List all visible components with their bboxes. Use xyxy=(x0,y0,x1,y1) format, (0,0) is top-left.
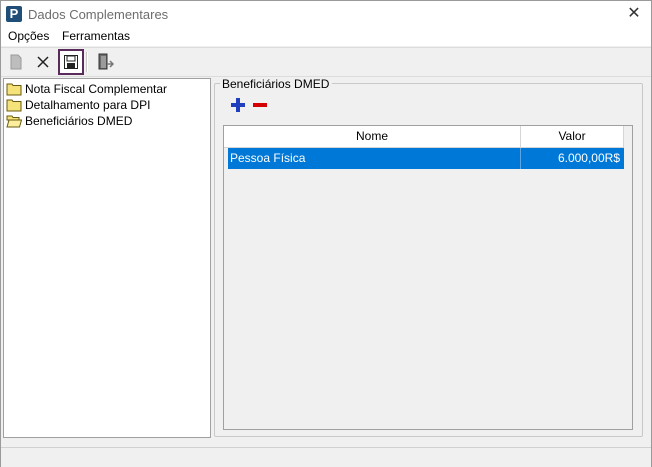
add-button[interactable] xyxy=(230,97,246,113)
beneficiarios-grid: Nome Valor Pessoa Física 6.000,00R$ xyxy=(223,125,633,430)
save-button[interactable] xyxy=(58,49,84,75)
group-title: Beneficiários DMED xyxy=(220,77,333,91)
delete-x-icon xyxy=(37,56,49,68)
exit-door-icon xyxy=(98,53,115,70)
menu-bar: Opções Ferramentas xyxy=(1,27,651,46)
tree-item-label: Nota Fiscal Complementar xyxy=(25,82,168,96)
folder-open-icon xyxy=(6,115,22,128)
tree-item-nota-fiscal[interactable]: Nota Fiscal Complementar xyxy=(6,81,167,97)
close-button[interactable]: ✕ xyxy=(617,1,651,27)
toolbar xyxy=(1,47,651,77)
tree-item-detalhamento[interactable]: Detalhamento para DPI xyxy=(6,97,150,113)
main-window: P Dados Complementares ✕ Opções Ferramen… xyxy=(0,0,652,467)
folder-icon xyxy=(6,99,22,112)
cell-divider xyxy=(520,148,521,169)
tree-item-label: Detalhamento para DPI xyxy=(25,98,151,112)
save-icon xyxy=(64,55,78,69)
status-bar xyxy=(1,447,651,467)
title-bar: P Dados Complementares ✕ xyxy=(1,1,651,27)
remove-button[interactable] xyxy=(252,97,268,113)
table-row[interactable]: Pessoa Física 6.000,00R$ xyxy=(228,148,624,169)
tree-item-beneficiarios[interactable]: Beneficiários DMED xyxy=(6,113,132,129)
plus-icon xyxy=(231,98,245,112)
minus-icon xyxy=(253,103,267,107)
new-button[interactable] xyxy=(5,51,27,73)
window-title: Dados Complementares xyxy=(28,7,169,22)
app-logo-icon: P xyxy=(6,6,22,22)
column-header-valor[interactable]: Valor xyxy=(521,126,624,147)
tree-panel: Nota Fiscal Complementar Detalhamento pa… xyxy=(3,78,211,438)
exit-button[interactable] xyxy=(94,51,116,73)
menu-opcoes[interactable]: Opções xyxy=(8,29,49,43)
grid-header: Nome Valor xyxy=(224,126,624,148)
new-document-icon xyxy=(10,54,22,70)
delete-button[interactable] xyxy=(32,51,54,73)
tree-item-label: Beneficiários DMED xyxy=(25,114,133,128)
column-header-nome[interactable]: Nome xyxy=(224,126,521,147)
cell-nome: Pessoa Física xyxy=(230,151,306,165)
menu-ferramentas[interactable]: Ferramentas xyxy=(62,29,130,43)
cell-valor: 6.000,00R$ xyxy=(557,151,620,165)
folder-icon xyxy=(6,83,22,96)
toolbar-separator xyxy=(86,52,88,72)
